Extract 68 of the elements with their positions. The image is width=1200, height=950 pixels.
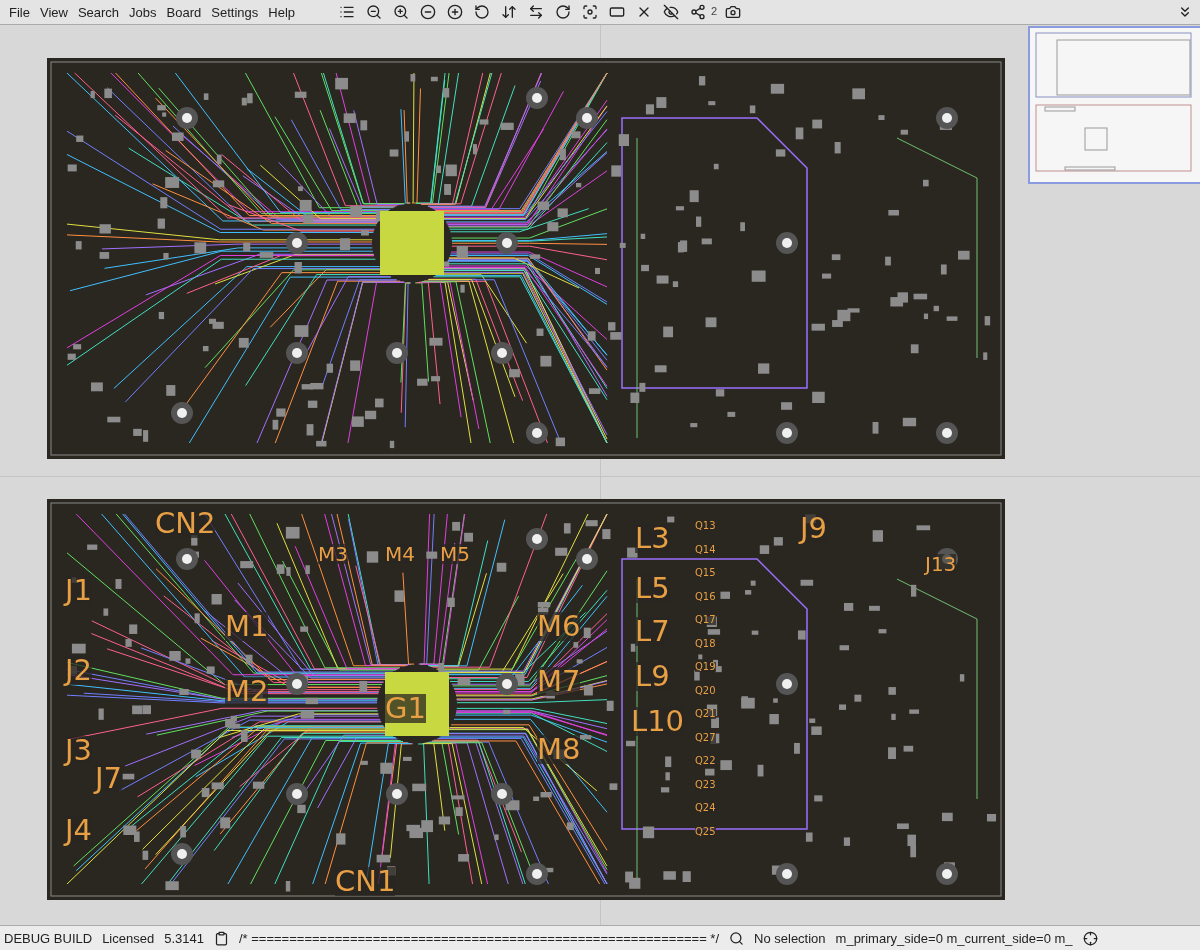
- designator-label: M6: [537, 612, 581, 641]
- crosshair-icon[interactable]: [1082, 930, 1098, 946]
- designator-label: Q13: [695, 521, 716, 531]
- designator-label: L3: [635, 524, 670, 553]
- designator-label: Q24: [695, 803, 716, 813]
- list-icon: [339, 4, 355, 20]
- designator-label: Q20: [695, 685, 716, 696]
- designator-label: M7: [537, 667, 581, 696]
- search-icon[interactable]: [729, 930, 745, 946]
- build-label: DEBUG BUILD: [4, 930, 93, 946]
- version-label: 5.3141: [164, 930, 204, 946]
- zoom-out-icon: [366, 4, 382, 20]
- designator-label: M1: [225, 612, 269, 641]
- zoom-in-icon: [393, 4, 409, 20]
- designator-label: Q14: [695, 544, 716, 555]
- eye-off-icon: [663, 4, 679, 20]
- designator-label: Q22: [695, 756, 716, 766]
- designator-label: L5: [635, 574, 670, 603]
- designator-label: Q21: [695, 709, 716, 719]
- designator-label: J2: [65, 656, 92, 685]
- debug-text: m_primary_side=0 m_current_side=0 m_: [835, 930, 1073, 946]
- designator-label: M3: [318, 544, 348, 564]
- designator-label: Q19: [695, 662, 716, 672]
- designator-label: Q18: [695, 638, 716, 649]
- license-label: Licensed: [102, 930, 155, 946]
- flip-horizontal-icon: [528, 4, 544, 20]
- designator-label: Q17: [695, 615, 716, 625]
- camera-icon: [725, 4, 741, 20]
- designator-label: J3: [65, 736, 92, 765]
- designator-label: M2: [225, 677, 269, 706]
- count-label: 2: [710, 5, 717, 17]
- designator-label: L9: [635, 662, 670, 691]
- designator-label: J7: [95, 764, 122, 793]
- designator-label: Q27: [695, 732, 716, 743]
- flip-vertical-icon: [501, 4, 517, 20]
- focus-icon: [582, 4, 598, 20]
- designator-label: Q16: [695, 591, 716, 602]
- designator-label: Q23: [695, 779, 716, 790]
- designator-label: G1: [385, 694, 426, 723]
- designator-label: L10: [631, 707, 685, 736]
- menu-item[interactable]: Help: [263, 2, 300, 22]
- designator-label: Q15: [695, 568, 716, 578]
- designator-label: Q25: [695, 826, 716, 837]
- menu-item[interactable]: Board: [161, 2, 207, 22]
- designator-label: J9: [800, 514, 827, 543]
- designator-label: M4: [385, 544, 415, 564]
- menu-item[interactable]: Search: [72, 2, 125, 22]
- menu-item[interactable]: Settings: [206, 2, 264, 22]
- plus-circle-icon: [447, 4, 463, 20]
- nodes-icon: [690, 4, 706, 20]
- menu-item[interactable]: View: [34, 2, 73, 22]
- rectangle-icon: [609, 4, 625, 20]
- designator-label: CN1: [335, 867, 396, 896]
- designator-label: M5: [440, 544, 470, 564]
- designator-label: J4: [65, 816, 92, 845]
- designator-label: J1: [65, 576, 92, 605]
- rotate-left-icon: [474, 4, 490, 20]
- comment-text: /* ============================================================ */: [238, 930, 720, 946]
- rotate-right-icon: [555, 4, 571, 20]
- menu-item[interactable]: Jobs: [124, 2, 162, 22]
- designator-label: CN2: [155, 509, 216, 538]
- selection-label: No selection: [754, 930, 826, 946]
- designator-label: J13: [925, 554, 957, 574]
- designator-label: M8: [537, 735, 581, 764]
- clipboard-icon[interactable]: [213, 930, 229, 946]
- designator-label: L7: [635, 617, 670, 646]
- menu-item[interactable]: File: [4, 2, 35, 22]
- minus-circle-icon: [420, 4, 436, 20]
